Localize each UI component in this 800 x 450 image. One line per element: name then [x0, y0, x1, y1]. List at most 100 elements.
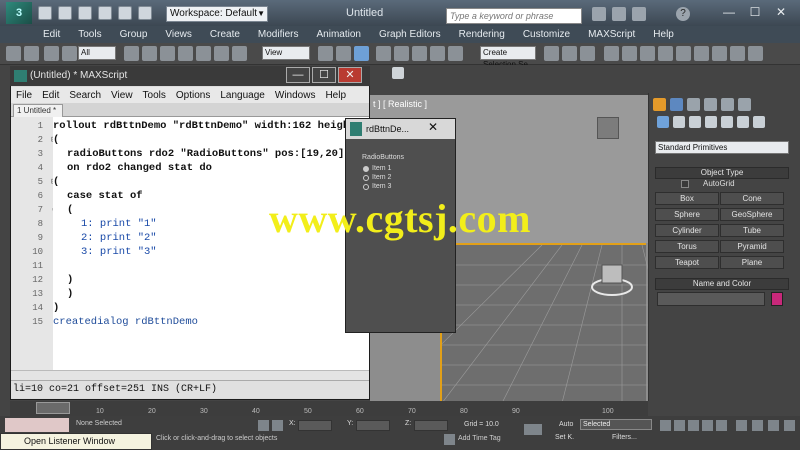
menu-edit[interactable]: Edit — [34, 29, 69, 40]
previous-frame-icon[interactable] — [674, 420, 685, 431]
shapes-icon[interactable] — [673, 116, 685, 128]
viewport-label[interactable]: t ] [ Realistic ] — [373, 99, 427, 109]
undo-toolbar-icon[interactable] — [6, 46, 21, 61]
pan-icon[interactable] — [752, 420, 763, 431]
keyboard-shortcut-icon[interactable] — [354, 46, 369, 61]
rotate-icon[interactable] — [214, 46, 229, 61]
time-tag-icon[interactable] — [444, 434, 455, 445]
add-time-tag[interactable]: Add Time Tag — [458, 435, 501, 442]
cameras-icon[interactable] — [705, 116, 717, 128]
name-and-color-rollout[interactable]: Name and Color — [655, 278, 789, 290]
rendered-frame-icon[interactable] — [694, 46, 709, 61]
systems-icon[interactable] — [753, 116, 765, 128]
key-icon[interactable] — [524, 424, 542, 435]
redo-icon[interactable] — [118, 6, 132, 20]
menu-animation[interactable]: Animation — [307, 29, 369, 40]
editor-menu-edit[interactable]: Edit — [37, 90, 64, 101]
select-object-icon[interactable] — [124, 46, 139, 61]
render-production-icon[interactable] — [712, 46, 727, 61]
viewcube-icon[interactable] — [597, 117, 619, 139]
editor-menu-search[interactable]: Search — [64, 90, 106, 101]
minimize-icon[interactable]: — — [716, 3, 742, 21]
redo-toolbar-icon[interactable] — [24, 46, 39, 61]
time-slider[interactable] — [36, 402, 70, 414]
move-icon[interactable] — [196, 46, 211, 61]
unlink-icon[interactable] — [62, 46, 77, 61]
layer-manager-icon[interactable] — [580, 46, 595, 61]
editor-menu-windows[interactable]: Windows — [270, 90, 321, 101]
percent-snap-icon[interactable] — [412, 46, 427, 61]
schematic-view-icon[interactable] — [640, 46, 655, 61]
go-to-start-icon[interactable] — [660, 420, 671, 431]
auto-key-button[interactable]: Auto — [559, 421, 573, 428]
scale-icon[interactable] — [232, 46, 247, 61]
editor-menu-view[interactable]: View — [106, 90, 138, 101]
selection-filter-select[interactable]: All — [78, 46, 116, 60]
save-file-icon[interactable] — [78, 6, 92, 20]
autogrid-checkbox[interactable] — [681, 180, 689, 188]
key-filters-button[interactable]: Filters... — [612, 434, 637, 441]
editor-tab-untitled[interactable]: 1 Untitled * — [13, 104, 63, 117]
menu-tools[interactable]: Tools — [69, 29, 110, 40]
set-key-button[interactable]: Set K. — [555, 434, 574, 441]
window-crossing-icon[interactable] — [178, 46, 193, 61]
radio-item-1[interactable] — [363, 166, 369, 172]
link-icon[interactable] — [44, 46, 59, 61]
spinner-snap-icon[interactable] — [430, 46, 445, 61]
zoom-icon[interactable] — [736, 420, 747, 431]
close-icon[interactable]: ✕ — [768, 3, 794, 21]
workspace-select[interactable]: Workspace: Default ▼ — [166, 6, 268, 22]
helpers-icon[interactable] — [721, 116, 733, 128]
y-coordinate-field[interactable] — [356, 420, 390, 431]
display-tab-icon[interactable] — [721, 98, 734, 111]
help-icon[interactable]: ? — [676, 7, 690, 21]
favorites-star-icon[interactable] — [632, 7, 646, 21]
editor-menu-options[interactable]: Options — [171, 90, 215, 101]
reference-coordinate-select[interactable]: View — [262, 46, 310, 60]
orbit-icon[interactable] — [768, 420, 779, 431]
render-setup-icon[interactable] — [676, 46, 691, 61]
menu-maxscript[interactable]: MAXScript — [579, 29, 644, 40]
radio-item-2[interactable] — [363, 175, 369, 181]
graphite-toggle-icon[interactable] — [604, 46, 619, 61]
select-by-name-icon[interactable] — [142, 46, 157, 61]
geometry-icon[interactable] — [657, 116, 669, 128]
editor-close-icon[interactable]: ✕ — [338, 67, 362, 83]
go-to-end-icon[interactable] — [716, 420, 727, 431]
project-folder-icon[interactable] — [138, 6, 152, 20]
timeline-track[interactable] — [10, 401, 648, 416]
angle-snap-icon[interactable] — [394, 46, 409, 61]
play-icon[interactable] — [688, 420, 699, 431]
align-icon[interactable] — [562, 46, 577, 61]
editor-minimize-icon[interactable]: — — [286, 67, 310, 83]
category-select[interactable]: Standard Primitives — [655, 141, 789, 154]
lock-selection-icon[interactable] — [258, 420, 269, 431]
open-file-icon[interactable] — [58, 6, 72, 20]
utilities-tab-icon[interactable] — [738, 98, 751, 111]
motion-tab-icon[interactable] — [704, 98, 717, 111]
render-activeshade-icon[interactable] — [748, 46, 763, 61]
editor-maximize-icon[interactable]: ☐ — [312, 67, 336, 83]
mirror-icon[interactable] — [544, 46, 559, 61]
menu-group[interactable]: Group — [111, 29, 157, 40]
key-filter-select[interactable]: Selected — [580, 419, 652, 430]
lights-icon[interactable] — [689, 116, 701, 128]
communication-center-icon[interactable] — [612, 7, 626, 21]
search-input[interactable]: Type a keyword or phrase — [446, 8, 582, 24]
dialog-close-icon[interactable]: ✕ — [428, 120, 438, 134]
undo-icon[interactable] — [98, 6, 112, 20]
mini-listener[interactable] — [5, 418, 69, 432]
next-frame-icon[interactable] — [702, 420, 713, 431]
space-warps-icon[interactable] — [737, 116, 749, 128]
object-type-rollout[interactable]: Object Type — [655, 167, 789, 179]
editor-menu-language[interactable]: Language — [215, 90, 270, 101]
select-manipulate-icon[interactable] — [336, 46, 351, 61]
selection-region-icon[interactable] — [160, 46, 175, 61]
object-name-field[interactable] — [657, 292, 765, 306]
curve-editor-icon[interactable] — [622, 46, 637, 61]
edit-named-selection-icon[interactable] — [448, 46, 463, 61]
editor-menu-file[interactable]: File — [11, 90, 37, 101]
teapot-button[interactable]: Teapot — [655, 256, 719, 269]
app-logo-icon[interactable]: 3 — [6, 2, 32, 24]
render-iterative-icon[interactable] — [730, 46, 745, 61]
